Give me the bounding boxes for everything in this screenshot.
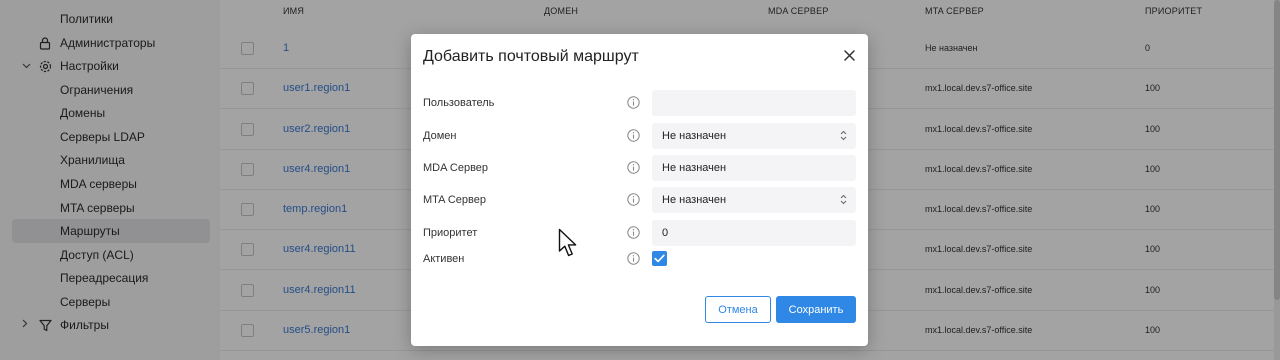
field-label-user: Пользователь <box>423 97 495 109</box>
user-input[interactable] <box>652 90 856 116</box>
mouse-pointer-icon <box>558 228 577 257</box>
dialog-title: Добавить почтовый маршрут <box>423 48 639 65</box>
form-row-mda-server: MDA Сервер Не назначен <box>423 155 856 181</box>
select-arrows-icon <box>840 194 847 208</box>
field-label-active: Активен <box>423 253 465 265</box>
form-row-user: Пользователь <box>423 90 856 116</box>
mta-server-select[interactable]: Не назначен <box>652 187 856 213</box>
info-icon[interactable] <box>627 96 640 109</box>
domain-select[interactable]: Не назначен <box>652 123 856 149</box>
mta-server-select-value: Не назначен <box>662 194 727 206</box>
domain-select-value: Не назначен <box>662 130 727 142</box>
mda-server-select-value: Не назначен <box>662 162 727 174</box>
field-label-domain: Домен <box>423 130 457 142</box>
add-route-dialog: Добавить почтовый маршрут Пользователь Д… <box>411 34 868 346</box>
priority-input[interactable] <box>652 220 856 246</box>
select-arrows-icon <box>840 130 847 144</box>
form-row-domain: Домен Не назначен <box>423 123 856 149</box>
active-checkbox[interactable] <box>652 251 667 266</box>
cancel-button[interactable]: Отмена <box>705 296 771 323</box>
info-icon[interactable] <box>627 252 640 265</box>
mda-server-select[interactable]: Не назначен <box>652 155 856 181</box>
checkmark-icon <box>654 254 665 263</box>
close-button[interactable] <box>840 48 858 66</box>
info-icon[interactable] <box>627 129 640 142</box>
form-row-priority: Приоритет <box>423 220 856 246</box>
info-icon[interactable] <box>627 161 640 174</box>
field-label-mda-server: MDA Сервер <box>423 162 489 174</box>
info-icon[interactable] <box>627 193 640 206</box>
form-row-active: Активен <box>423 246 856 272</box>
save-button[interactable]: Сохранить <box>776 296 856 323</box>
close-icon <box>843 48 855 66</box>
info-icon[interactable] <box>627 226 640 239</box>
field-label-mta-server: MTA Сервер <box>423 194 486 206</box>
form-row-mta-server: MTA Сервер Не назначен <box>423 187 856 213</box>
field-label-priority: Приоритет <box>423 227 478 239</box>
